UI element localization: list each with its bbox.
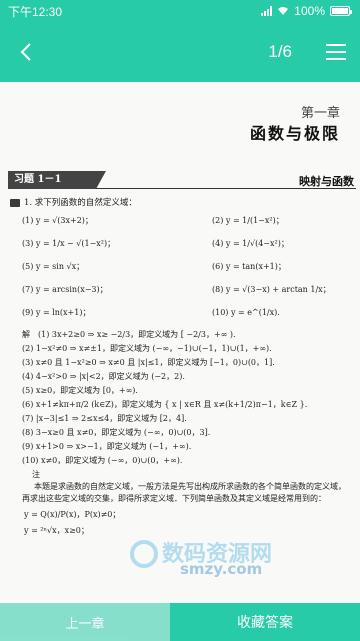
- section-tag: 习题 1－1: [8, 171, 106, 189]
- solution-line: (9) x+1>0 ⇒ x>−1，即定义域为 (−1，+∞).: [22, 442, 192, 451]
- menu-icon: [326, 44, 346, 46]
- question-item: (2) y = 1/(1−x²)；: [212, 216, 284, 225]
- question-item: (4) y = 1/√(4−x²)；: [212, 239, 289, 248]
- solution-line: (6) x+1≠kπ+π/2 (k∈Z)，即定义域为 { x | x∈R 且 x…: [22, 400, 308, 409]
- solution-list: 解 (1) 3x+2≥0 ⇒ x≥ −2/3，即定义域为 [ −2/3，+∞ )…: [10, 329, 350, 467]
- question-item: (7) y = arcsin(x−3)；: [22, 285, 108, 294]
- battery-percent: 100%: [294, 4, 325, 18]
- note-paragraph: 注: [10, 469, 350, 481]
- question-item: (10) y = e^(1/x).: [212, 308, 280, 317]
- question-text: 1. 求下列函数的自然定义域：: [24, 198, 137, 208]
- question-heading: 1. 求下列函数的自然定义域：: [10, 197, 350, 209]
- solution-line: (8) 3−x≥0 且 x≠0，即定义域为 (−∞，0)∪(0，3].: [22, 428, 211, 437]
- note-label: 注: [32, 470, 40, 479]
- solution-line: 解 (1) 3x+2≥0 ⇒ x≥ −2/3，即定义域为 [ −2/3，+∞ )…: [22, 330, 236, 339]
- solution-line: (7) |x−3|≤1 ⇒ 2≤x≤4，即定义域为 [2，4].: [22, 414, 187, 423]
- chevron-left-icon: [20, 43, 31, 61]
- bottom-action-bar: 上一章 收藏答案: [0, 603, 360, 641]
- section-header: 习题 1－1 映射与函数: [8, 171, 356, 189]
- question-item: (1) y = √(3x+2)；: [22, 216, 93, 225]
- question-item: (3) y = 1/x − √(1−x²)；: [22, 239, 116, 248]
- watermark: 数码资源网 smzy.com: [130, 536, 330, 580]
- collect-answer-button[interactable]: 收藏答案: [170, 603, 360, 641]
- nav-bar: 1/6: [0, 22, 360, 82]
- note-text: 本题是求函数的自然定义域，一般方法是先写出构成所求函数的各个简单函数的定义域，再…: [22, 482, 346, 503]
- solution-line: (3) x≠0 且 1−x²≥0 ⇒ x≠0 且 |x|≤1，即定义域为 [−1…: [22, 358, 275, 367]
- solution-line: (5) x≥0，即定义域为 [0，+∞).: [22, 386, 138, 395]
- section-title: 映射与函数: [299, 175, 354, 188]
- watermark-url: smzy.com: [180, 560, 263, 578]
- chapter-title: 函数与极限: [249, 124, 340, 143]
- question-item: (9) y = ln(x+1)；: [22, 308, 91, 317]
- page-indicator: 1/6: [268, 42, 292, 61]
- prev-chapter-button[interactable]: 上一章: [0, 603, 170, 641]
- solution-line: (2) 1−x²≠0 ⇒ x≠±1，即定义域为 (−∞，−1)∪(−1，1)∪(…: [22, 344, 272, 353]
- chapter-number: 第一章: [300, 106, 340, 121]
- question-item: (8) y = √(3−x) + arctan 1/x；: [212, 285, 331, 294]
- back-button[interactable]: [14, 40, 38, 64]
- battery-icon: [330, 6, 352, 16]
- exercise-block: 1. 求下列函数的自然定义域： (1) y = √(3x+2)； (2) y =…: [10, 197, 350, 541]
- question-items: (1) y = √(3x+2)； (2) y = 1/(1−x²)； (3) y…: [10, 215, 350, 319]
- wifi-icon: [278, 7, 289, 15]
- solution-line: (10) x≠0，即定义域为 (−∞，0)∪(0，+∞).: [22, 456, 183, 465]
- question-item: (5) y = sin √x；: [22, 262, 85, 271]
- exercise-icon: [10, 199, 20, 207]
- app-header: 下午12:30 100% 1/6: [0, 0, 360, 82]
- menu-button[interactable]: [326, 44, 346, 60]
- solution-line: (4) 4−x²>0 ⇒ |x|<2，即定义域为 (−2，2).: [22, 372, 185, 381]
- question-item: (6) y = tan(x+1)；: [212, 262, 286, 271]
- status-icons: 100%: [261, 4, 352, 18]
- formula-list: y = Q(x)/P(x)，P(x)≠0； y = ²ⁿ√x，x≥0；: [10, 509, 350, 537]
- formula-line: y = Q(x)/P(x)，P(x)≠0；: [24, 510, 121, 519]
- status-time: 下午12:30: [8, 4, 63, 19]
- watermark-logo-icon: [130, 540, 158, 568]
- signal-icon: [261, 6, 273, 16]
- status-bar: 下午12:30 100%: [0, 0, 360, 22]
